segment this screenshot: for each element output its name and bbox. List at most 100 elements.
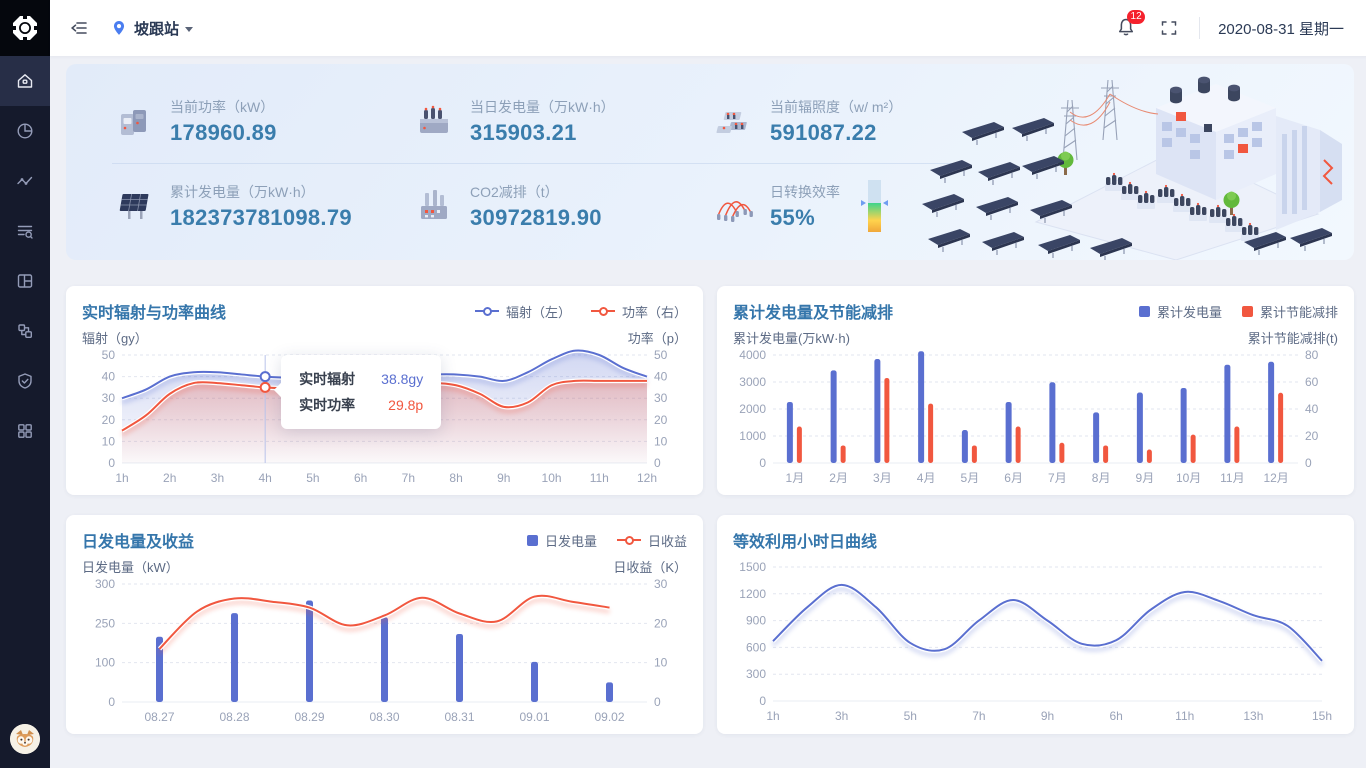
svg-text:1500: 1500	[739, 560, 766, 574]
list-search-icon	[15, 221, 35, 241]
svg-text:0: 0	[759, 694, 766, 708]
topbar: 坡跟站 12 2020-08-31 星期一	[50, 0, 1366, 56]
collapse-menu-button[interactable]	[64, 13, 94, 43]
svg-text:4h: 4h	[259, 471, 272, 485]
main-area: 坡跟站 12 2020-08-31 星期一	[50, 0, 1366, 768]
svg-text:7月: 7月	[1048, 471, 1067, 485]
factory-icon	[412, 186, 458, 226]
sidebar-item-analysis[interactable]	[0, 106, 50, 156]
hours-chart-canvas[interactable]: 1500120090060030001h3h5h7h9h6h11h13h15h	[733, 553, 1338, 727]
bracket-wires-icon	[712, 186, 758, 226]
legend: 日发电量 日收益	[527, 531, 687, 550]
svg-text:9h: 9h	[1041, 709, 1054, 723]
dashboard-content: 当前功率（kW） 178960.89 当日发电量（万kW·h）	[50, 56, 1366, 768]
svg-text:10: 10	[654, 656, 668, 670]
svg-text:0: 0	[654, 695, 661, 709]
stat-label: 当前功率（kW）	[170, 97, 277, 117]
cumulative-chart-canvas[interactable]: 400080300060200040100020001月2月3月4月5月6月7月…	[733, 347, 1338, 489]
svg-text:13h: 13h	[1243, 709, 1263, 723]
sidebar-item-topology[interactable]	[0, 306, 50, 356]
fullscreen-icon	[1159, 18, 1179, 38]
right-axis-title: 日收益（K）	[613, 557, 687, 576]
svg-text:1月: 1月	[786, 471, 805, 485]
svg-text:30: 30	[654, 391, 668, 405]
legend-item-energy-saving[interactable]: 累计节能减排	[1242, 302, 1338, 321]
sidebar-item-safety[interactable]	[0, 356, 50, 406]
stat-label: 累计发电量（万kW·h）	[170, 182, 352, 202]
sidebar-item-apps[interactable]	[0, 406, 50, 456]
svg-text:8h: 8h	[449, 471, 462, 485]
svg-text:3h: 3h	[835, 709, 848, 723]
svg-text:300: 300	[746, 667, 766, 681]
org-nodes-icon	[15, 321, 35, 341]
svg-text:9月: 9月	[1136, 471, 1155, 485]
square-marker-icon	[527, 535, 538, 546]
location-pin-icon	[110, 19, 128, 37]
shield-check-icon	[15, 371, 35, 391]
sidebar-item-curves[interactable]	[0, 156, 50, 206]
square-marker-icon	[1139, 306, 1150, 317]
svg-text:40: 40	[654, 370, 668, 384]
gear-logo-icon	[10, 13, 40, 43]
svg-text:10h: 10h	[542, 471, 562, 485]
app-logo[interactable]	[0, 0, 50, 56]
svg-text:30: 30	[654, 577, 668, 591]
svg-text:20: 20	[654, 413, 668, 427]
sidebar	[0, 0, 50, 768]
fullscreen-button[interactable]	[1157, 16, 1181, 40]
gauge-marker-right	[883, 200, 888, 206]
svg-text:60: 60	[1305, 375, 1319, 389]
stat-label: 日转换效率	[770, 182, 840, 202]
notifications-button[interactable]: 12	[1115, 16, 1139, 40]
stat-value: 178960.89	[170, 120, 277, 146]
svg-text:11h: 11h	[1175, 709, 1194, 723]
svg-text:20: 20	[1305, 429, 1319, 443]
left-axis-title: 辐射（gy）	[82, 328, 148, 347]
legend-item-daily-revenue[interactable]: 日收益	[617, 531, 687, 550]
station-selector[interactable]: 坡跟站	[110, 18, 193, 39]
right-axis-title: 功率（p）	[628, 328, 687, 347]
user-avatar[interactable]	[10, 724, 40, 754]
svg-text:0: 0	[108, 456, 115, 470]
legend-item-cumulative-gen[interactable]: 累计发电量	[1139, 302, 1222, 321]
right-axis-title: 累计节能减排(t)	[1248, 328, 1338, 347]
chevron-down-icon	[185, 27, 193, 32]
left-axis-title: 累计发电量(万kW·h)	[733, 328, 850, 347]
card-title: 等效利用小时日曲线	[733, 528, 877, 552]
card-title: 日发电量及收益	[82, 528, 194, 552]
svg-text:09.02: 09.02	[594, 710, 624, 724]
svg-text:11月: 11月	[1220, 471, 1244, 485]
svg-text:50: 50	[102, 348, 116, 362]
svg-text:100: 100	[95, 656, 115, 670]
divider	[1199, 17, 1200, 39]
daily-chart-canvas[interactable]: 3003025020100100008.2708.2808.2908.3008.…	[82, 576, 687, 728]
topbar-right: 12 2020-08-31 星期一	[1115, 16, 1344, 40]
svg-text:15h: 15h	[1312, 709, 1332, 723]
efficiency-gauge	[868, 180, 881, 232]
pie-chart-icon	[15, 121, 35, 141]
svg-text:2月: 2月	[829, 471, 848, 485]
sidebar-item-reports[interactable]	[0, 206, 50, 256]
card-title: 实时辐射与功率曲线	[82, 299, 226, 323]
menu-fold-icon	[69, 18, 89, 38]
card-title: 累计发电量及节能减排	[733, 299, 893, 323]
layout-icon	[15, 271, 35, 291]
solar-panel-icon	[112, 186, 158, 226]
svg-text:5月: 5月	[961, 471, 980, 485]
legend-item-power[interactable]: 功率（右）	[591, 302, 687, 321]
sidebar-item-home[interactable]	[0, 56, 50, 106]
svg-text:2h: 2h	[163, 471, 176, 485]
sidebar-item-devices[interactable]	[0, 256, 50, 306]
legend-item-daily-gen[interactable]: 日发电量	[527, 531, 597, 550]
svg-text:300: 300	[95, 577, 115, 591]
svg-text:09.01: 09.01	[519, 710, 549, 724]
legend-item-radiation[interactable]: 辐射（左）	[475, 302, 571, 321]
svg-text:5h: 5h	[904, 709, 917, 723]
realtime-chart-canvas[interactable]: 实时辐射38.8gy 实时功率29.8p 5050404030302020101…	[82, 347, 687, 489]
svg-text:8月: 8月	[1092, 471, 1111, 485]
power-cabinet-icon	[112, 102, 158, 142]
legend: 辐射（左） 功率（右）	[475, 302, 687, 321]
svg-text:11h: 11h	[590, 471, 609, 485]
charts-grid: 实时辐射与功率曲线 辐射（左） 功率（右） 辐射（gy） 功率（p） 实时辐射3…	[66, 286, 1354, 734]
svg-text:08.31: 08.31	[444, 710, 474, 724]
